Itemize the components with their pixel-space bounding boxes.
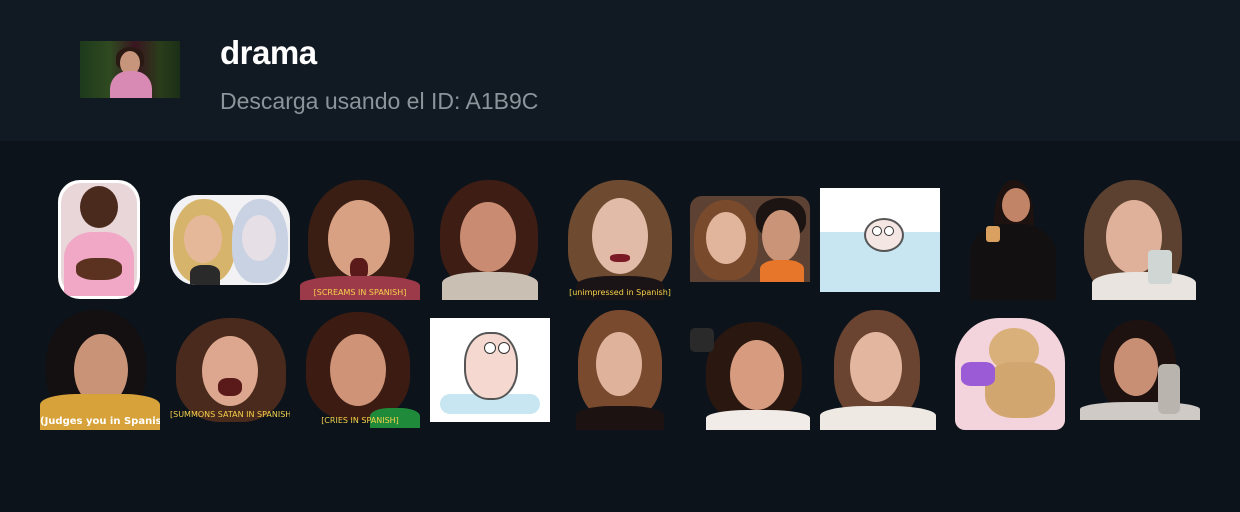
sticker-3-screams[interactable]: [SCREAMS IN SPANISH]: [300, 180, 420, 300]
sticker-caption: (Judges you in Spanish): [40, 416, 160, 427]
pack-title: drama: [220, 34, 317, 71]
sticker-5-unimpressed[interactable]: [unimpressed in Spanish]: [562, 180, 678, 300]
sticker-18[interactable]: [1080, 320, 1200, 420]
sticker-16[interactable]: [820, 310, 936, 430]
sticker-14[interactable]: [572, 310, 668, 430]
sticker-10-judges[interactable]: (Judges you in Spanish): [40, 310, 160, 430]
sticker-caption: [CRIES IN SPANISH]: [321, 416, 399, 425]
pack-thumbnail: [80, 41, 180, 98]
sticker-caption: [SUMMONS SATAN IN SPANISH]: [170, 410, 290, 419]
sticker-8[interactable]: [964, 180, 1056, 300]
sticker-12-cries[interactable]: [CRIES IN SPANISH]: [300, 312, 420, 428]
sticker-15[interactable]: [690, 318, 810, 430]
sticker-4[interactable]: [436, 180, 542, 300]
sticker-11-summons[interactable]: [SUMMONS SATAN IN SPANISH]: [170, 318, 290, 422]
sticker-6[interactable]: [690, 196, 810, 282]
sticker-caption: [SCREAMS IN SPANISH]: [313, 288, 407, 297]
sticker-1[interactable]: [58, 180, 140, 299]
sticker-9[interactable]: [1082, 180, 1196, 300]
sticker-7-cartoon[interactable]: [820, 188, 940, 292]
pack-header: drama Descarga usando el ID: A1B9C: [0, 0, 1240, 141]
sticker-17-dog[interactable]: [955, 318, 1065, 430]
sticker-13-cartoon[interactable]: [430, 318, 550, 422]
sticker-caption: [unimpressed in Spanish]: [569, 288, 671, 297]
pack-download-id: Descarga usando el ID: A1B9C: [220, 88, 539, 114]
sticker-2[interactable]: [170, 195, 290, 285]
